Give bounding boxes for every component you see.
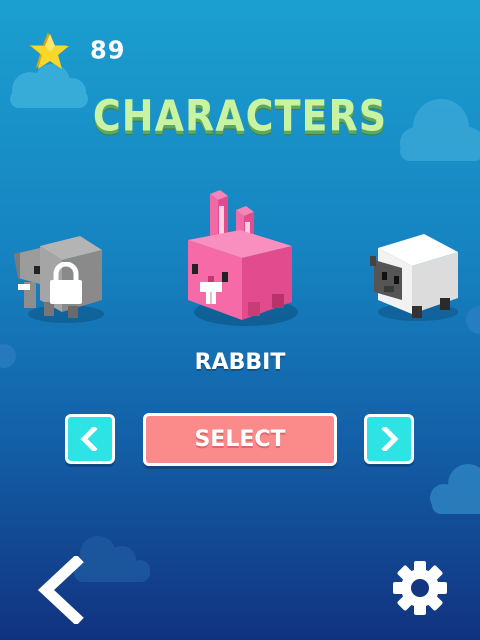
back-button[interactable] (36, 554, 86, 626)
chevron-right-icon (381, 427, 399, 451)
next-character-button[interactable] (364, 414, 414, 464)
chevron-left-icon (80, 427, 98, 451)
back-arrow-icon (37, 554, 84, 626)
select-button-label: SELECT (194, 427, 286, 452)
selected-character-name: RABBIT (194, 350, 286, 375)
cloud-decoration (430, 464, 480, 514)
star-icon (28, 30, 72, 74)
page-title: CHARACTERS (92, 91, 388, 141)
gear-icon (393, 561, 447, 615)
coin-count: 89 (90, 35, 126, 65)
character-rabbit[interactable] (178, 184, 308, 334)
lock-icon (50, 262, 82, 304)
settings-button[interactable] (392, 560, 448, 616)
prev-character-button[interactable] (65, 414, 115, 464)
character-sheep[interactable] (368, 226, 464, 326)
character-elephant[interactable] (10, 228, 110, 328)
select-button[interactable]: SELECT (143, 413, 337, 466)
